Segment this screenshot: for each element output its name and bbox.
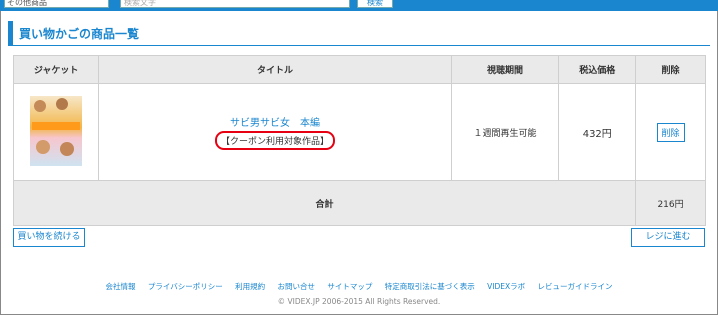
cart-table: ジャケット タイトル 視聴期間 税込価格 削除 サビ男サビ女 本編 【クーポン利…	[12, 55, 706, 226]
col-period: 視聴期間	[450, 55, 560, 84]
footer-link-videx-lab[interactable]: VIDEXラボ	[487, 282, 525, 291]
col-price: 税込価格	[558, 55, 637, 84]
page-title: 買い物かごの商品一覧	[19, 27, 140, 41]
table-row: サビ男サビ女 本編 【クーポン利用対象作品】 １週間再生可能 432円 削除	[12, 83, 706, 181]
section-heading: 買い物かごの商品一覧	[8, 21, 710, 46]
continue-shopping-button[interactable]: 買い物を続ける	[13, 228, 85, 247]
item-title-link[interactable]: サビ男サビ女 本編	[100, 114, 449, 129]
search-button[interactable]: 検索	[357, 0, 393, 8]
jacket-cell	[12, 83, 100, 181]
footer-link-terms[interactable]: 利用規約	[235, 282, 265, 291]
footer-link-company[interactable]: 会社情報	[105, 282, 135, 291]
coupon-badge: 【クーポン利用対象作品】	[214, 131, 335, 150]
price-cell: 432円	[558, 83, 637, 181]
title-cell: サビ男サビ女 本編 【クーポン利用対象作品】	[98, 83, 452, 181]
category-select[interactable]: その他商品	[4, 0, 109, 8]
footer-link-privacy[interactable]: プライバシーポリシー	[148, 282, 223, 291]
table-header-row: ジャケット タイトル 視聴期間 税込価格 削除	[12, 55, 706, 84]
col-delete: 削除	[635, 55, 706, 84]
search-bar: その他商品 検索文字 検索	[0, 0, 718, 11]
period-cell: １週間再生可能	[450, 83, 560, 181]
footer-link-contact[interactable]: お問い合せ	[277, 282, 315, 291]
col-jacket: ジャケット	[12, 55, 100, 84]
checkout-button[interactable]: レジに進む	[631, 228, 705, 247]
delete-cell: 削除	[635, 83, 706, 181]
total-label: 合計	[12, 180, 637, 226]
delete-button[interactable]: 削除	[656, 122, 685, 142]
copyright: © VIDEX.JP 2006-2015 All Rights Reserved…	[277, 297, 441, 306]
col-title: タイトル	[98, 55, 452, 84]
search-input[interactable]: 検索文字	[120, 0, 350, 8]
footer-links: 会社情報 プライバシーポリシー 利用規約 お問い合せ サイトマップ 特定商取引法…	[0, 281, 718, 292]
jacket-image[interactable]	[30, 95, 83, 166]
footer-link-review-guide[interactable]: レビューガイドライン	[538, 282, 613, 291]
total-amount: 216円	[635, 180, 706, 226]
footer-link-sitemap[interactable]: サイトマップ	[327, 282, 372, 291]
heading-accent-bar	[8, 21, 13, 45]
total-row: 合計 216円	[12, 180, 706, 226]
footer-link-commerce-law[interactable]: 特定商取引法に基づく表示	[385, 282, 475, 291]
